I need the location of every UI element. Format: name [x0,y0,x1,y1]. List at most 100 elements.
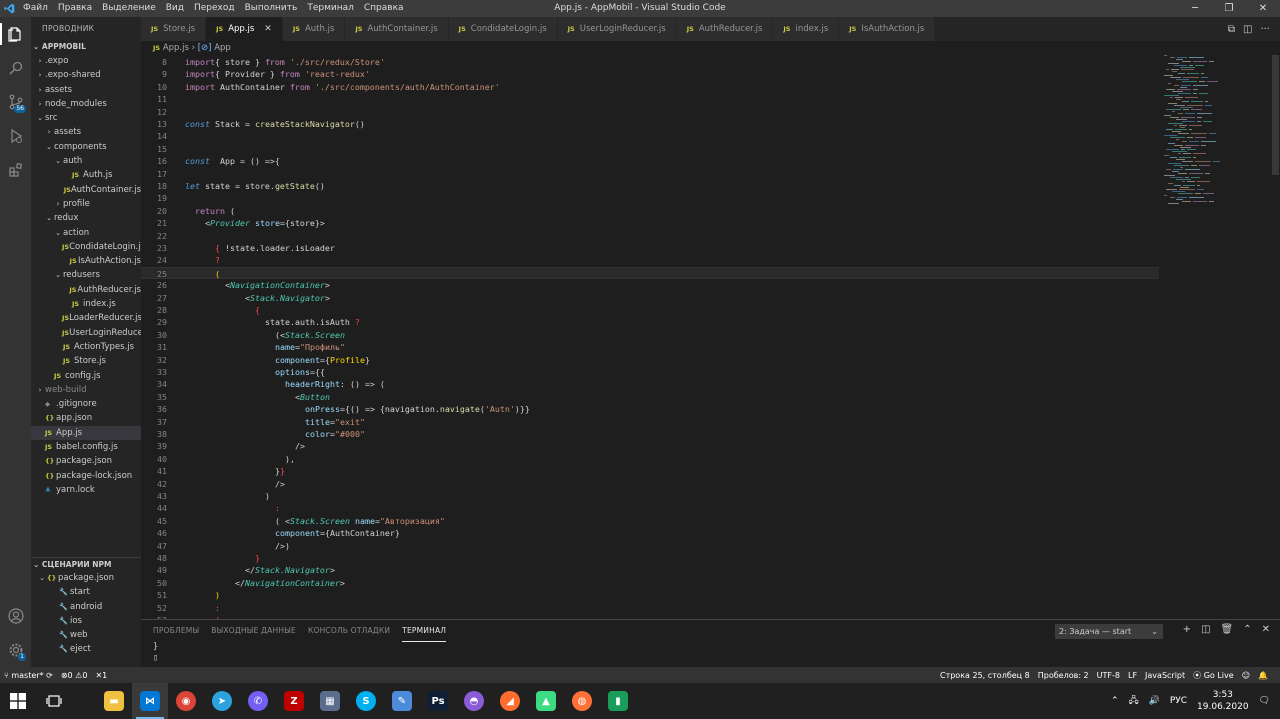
npm-script-item[interactable]: 🔧 start [31,585,141,599]
add-terminal-icon[interactable]: + [1183,624,1191,635]
problems-indicator[interactable]: ⊗0 ⚠0 [57,671,92,680]
taskbar-app-firefox[interactable]: ◍ [564,683,600,719]
tree-file[interactable]: ♣ yarn.lock [31,483,141,497]
panel-tab[interactable]: ПРОБЛЕМЫ [153,620,199,642]
tree-folder[interactable]: ⌄ redusers [31,268,141,282]
close-window-button[interactable]: ✕ [1246,0,1280,17]
panel-tab[interactable]: КОНСОЛЬ ОТЛАДКИ [308,620,390,642]
taskbar-app-file-explorer[interactable]: ▬ [96,683,132,719]
project-section-header[interactable]: ⌄ APPMOBIL [31,40,141,54]
tree-folder[interactable]: ⌄ redux [31,211,141,225]
account-icon[interactable] [0,599,31,633]
breadcrumb-symbol[interactable]: App [214,43,231,53]
tree-file[interactable]: JS App.js [31,425,141,441]
trash-icon[interactable]: 🗑 [1221,624,1234,635]
editor-tab[interactable]: JS Auth.js [282,17,346,41]
more-actions-icon[interactable]: ··· [1260,24,1270,35]
breadcrumb-file[interactable]: App.js [163,43,189,53]
line-ending[interactable]: LF [1124,671,1141,680]
taskbar-app-viber[interactable]: ✆ [240,683,276,719]
panel-tab[interactable]: ВЫХОДНЫЕ ДАННЫЕ [211,620,296,642]
taskbar-app-skype[interactable]: S [348,683,384,719]
split-editor-icon[interactable]: ◫ [1243,24,1252,35]
taskbar-app-app-green[interactable]: ▮ [600,683,636,719]
tree-file[interactable]: JS ActionTypes.js [31,340,141,354]
settings-gear-icon[interactable]: 1 [0,633,31,667]
tree-file[interactable]: JS Store.js [31,354,141,368]
clock[interactable]: 3:53 19.06.2020 [1197,689,1249,713]
tree-folder[interactable]: ⌄ components [31,140,141,154]
menu-item[interactable]: Справка [359,0,409,17]
feedback-icon[interactable]: ☺ [1238,671,1254,680]
menu-item[interactable]: Терминал [302,0,359,17]
taskbar-app-filezilla[interactable]: Z [276,683,312,719]
tree-folder[interactable]: › .expo [31,54,141,68]
tree-file[interactable]: JS index.js [31,297,141,311]
tree-folder[interactable]: › assets [31,83,141,97]
taskbar-app-vscode[interactable]: ⋈ [132,683,168,719]
tree-file[interactable]: JS AuthReducer.js [31,283,141,297]
explorer-icon[interactable] [0,17,31,51]
editor-tab[interactable]: JS IsAuthAction.js [839,17,936,41]
tree-file[interactable]: ◆ .gitignore [31,397,141,411]
taskbar-app-photoshop[interactable]: Ps [420,683,456,719]
tree-file[interactable]: {} app.json [31,411,141,425]
minimize-button[interactable]: ─ [1178,0,1212,17]
tree-file[interactable]: {} package-lock.json [31,469,141,483]
npm-section-header[interactable]: ⌄ СЦЕНАРИИ NPM [31,557,141,571]
maximize-button[interactable]: ❐ [1212,0,1246,17]
indentation[interactable]: Пробелов: 2 [1034,671,1093,680]
terminal-select[interactable]: 2: Задача — start ⌄ [1055,624,1163,639]
cursor-position[interactable]: Строка 25, столбец 8 [936,671,1034,680]
volume-icon[interactable]: 🔊 [1149,696,1160,706]
npm-script-item[interactable]: 🔧 android [31,600,141,614]
editor-tab[interactable]: JS App.js ✕ [206,17,283,41]
npm-script-item[interactable]: 🔧 eject [31,642,141,656]
tree-folder[interactable]: ⌄ auth [31,154,141,168]
encoding[interactable]: UTF-8 [1093,671,1124,680]
tree-folder[interactable]: › profile [31,197,141,211]
npm-script-item[interactable]: 🔧 web [31,628,141,642]
editor-tab[interactable]: JS UserLoginReducer.js [557,17,677,41]
editor-tab[interactable]: JS Store.js [141,17,207,41]
split-terminal-icon[interactable]: ◫ [1201,624,1210,635]
tree-folder[interactable]: › assets [31,125,141,139]
menu-item[interactable]: Выполнить [240,0,303,17]
editor-tab[interactable]: JS CondidateLogin.js [448,17,558,41]
tree-file[interactable]: JS IsAuthAction.js [31,254,141,268]
panel-tab[interactable]: ТЕРМИНАЛ [402,620,447,642]
language-indicator[interactable]: РУС [1170,696,1187,706]
network-icon[interactable]: 🖧 [1129,693,1139,709]
compare-icon[interactable]: ⧉ [1228,24,1235,35]
close-panel-icon[interactable]: ✕ [1262,624,1270,635]
tree-file[interactable]: JS config.js [31,369,141,383]
taskbar-app-paint[interactable]: ✎ [384,683,420,719]
tree-file[interactable]: JS Auth.js [31,168,141,182]
editor-scrollbar[interactable] [1271,55,1280,619]
task-view-button[interactable] [36,683,72,719]
tree-folder[interactable]: ⌄ action [31,226,141,240]
extensions-icon[interactable] [0,153,31,187]
menu-item[interactable]: Правка [53,0,97,17]
taskbar-app-android-studio[interactable]: ▲ [528,683,564,719]
maximize-panel-icon[interactable]: ⌃ [1243,624,1251,635]
menu-item[interactable]: Вид [161,0,189,17]
tree-folder[interactable]: › web-build [31,383,141,397]
go-live-button[interactable]: ⦿ Go Live [1189,670,1238,681]
close-tab-icon[interactable]: ✕ [264,17,272,41]
taskbar-app-telegram[interactable]: ➤ [204,683,240,719]
menu-item[interactable]: Файл [18,0,53,17]
editor-tab[interactable]: JS AuthReducer.js [676,17,774,41]
start-button[interactable] [0,683,36,719]
scrollbar-thumb[interactable] [1272,55,1279,175]
minimap[interactable] [1159,55,1269,215]
tree-file[interactable]: JS LoaderReducer.js [31,311,141,325]
tree-folder[interactable]: ⌄ src [31,111,141,125]
menu-item[interactable]: Выделение [97,0,161,17]
editor-tab[interactable]: JS AuthContainer.js [345,17,449,41]
source-control-icon[interactable]: 56 [0,85,31,119]
tree-file[interactable]: JS AuthContainer.js [31,183,141,197]
tree-file[interactable]: JSUserLoginReduce... [31,326,141,340]
tree-folder[interactable]: › .expo-shared [31,68,141,82]
language-mode[interactable]: JavaScript [1141,671,1189,680]
